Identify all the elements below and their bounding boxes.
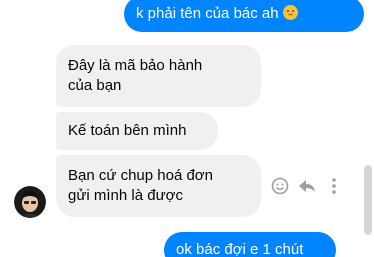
message-actions: [270, 176, 342, 196]
reply-icon[interactable]: [297, 176, 317, 196]
message-text-line: Bạn cứ chup hoá đơn: [68, 167, 213, 184]
received-message[interactable]: Đây là mã bảo hành của bạn: [56, 45, 261, 107]
message-text: k phải tên của bác ah: [136, 5, 279, 22]
message-text: ok bác đợi e 1 chút: [176, 241, 304, 257]
emoji-reaction-icon[interactable]: [270, 176, 290, 196]
worried-face-emoji-icon: [282, 5, 298, 20]
more-options-icon[interactable]: [328, 176, 340, 196]
message-text-line: Đây là mã bảo hành: [68, 57, 203, 74]
avatar[interactable]: [14, 186, 46, 218]
received-message[interactable]: Kế toán bên mình: [56, 112, 218, 150]
chat-conversation: k phải tên của bác ah Đây là mã bảo hành…: [0, 0, 374, 257]
scrollbar-thumb[interactable]: [364, 165, 372, 235]
avatar-image: [14, 186, 46, 218]
message-text-line: của bạn: [68, 77, 122, 94]
message-text-line: gửi mình là được: [68, 187, 183, 204]
sent-message[interactable]: k phải tên của bác ah: [124, 0, 364, 32]
message-text: Kế toán bên mình: [68, 122, 187, 139]
received-message[interactable]: Bạn cứ chup hoá đơn gửi mình là được: [56, 155, 261, 217]
sent-message[interactable]: ok bác đợi e 1 chút: [164, 232, 336, 257]
